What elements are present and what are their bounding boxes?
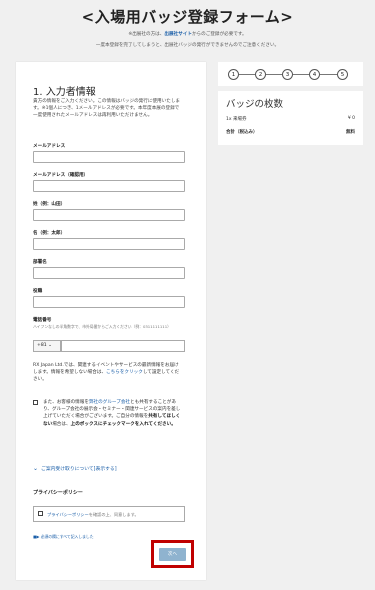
email-confirm-label: メールアドレス（確認用） bbox=[33, 173, 89, 178]
notice-suffix: からのご登録が必要です。 bbox=[191, 32, 247, 37]
badge-count-panel: バッジの枚数 1x 来場券 ¥ 0 合計（税込み） 無料 bbox=[218, 91, 363, 145]
section-title: 1. 入力者情報 bbox=[33, 87, 96, 98]
consent-text: また、お客様の情報を弊社のグループ会社とも共有することがあり、グループ会社の展示… bbox=[43, 399, 183, 428]
step-connector bbox=[266, 74, 282, 75]
email-confirm-input[interactable] bbox=[33, 180, 185, 192]
step-3: 3 bbox=[282, 69, 293, 80]
privacy-policy-link[interactable]: プライバシーポリシー bbox=[47, 512, 89, 517]
step-5: 5 bbox=[337, 69, 348, 80]
section-intro: 貴方の情報をご入力ください。この情報はバッジの発行に使用いたします。※1個人につ… bbox=[33, 99, 181, 118]
badge-total-label: 合計（税込み） bbox=[226, 130, 258, 135]
badge-total-value: 無料 bbox=[346, 130, 355, 135]
badge-count-title: バッジの枚数 bbox=[226, 99, 284, 110]
guidance-toggle-label: ご案内受け取りについて[表示する] bbox=[41, 467, 117, 472]
department-label: 部署名 bbox=[33, 260, 47, 265]
position-label: 役職 bbox=[33, 289, 43, 294]
phone-input[interactable] bbox=[61, 340, 185, 352]
group-company-link[interactable]: 弊社のグループ会社 bbox=[89, 400, 130, 405]
next-button[interactable]: 次へ bbox=[159, 548, 186, 561]
guidance-toggle[interactable]: ⌄ ご案内受け取りについて[表示する] bbox=[33, 465, 117, 472]
opt-out-link[interactable]: こちらをクリック bbox=[106, 370, 143, 375]
first-name-label: 名（例：太郎） bbox=[33, 231, 66, 236]
consent-bold-2: 上のボックスにチェックマークを入れてください。 bbox=[70, 421, 176, 427]
privacy-heading: プライバシーポリシー bbox=[33, 490, 83, 496]
phone-label: 電話番号 bbox=[33, 318, 52, 323]
privacy-agree-suffix: を確認の上、同意します。 bbox=[88, 512, 139, 517]
required-note: ■▶ 必須の欄にすべて記入しました bbox=[33, 534, 94, 539]
step-connector bbox=[239, 74, 255, 75]
chevron-down-icon: ⌄ bbox=[33, 465, 39, 472]
privacy-agree-checkbox[interactable] bbox=[38, 511, 43, 516]
first-name-input[interactable] bbox=[33, 238, 185, 250]
phone-hint: ハイフンなしの半角数字で、市外局番からご入力ください（例：0311111111） bbox=[33, 324, 171, 329]
badge-row-label: 1x 来場券 bbox=[226, 117, 247, 122]
share-optout-checkbox[interactable] bbox=[33, 400, 38, 405]
last-name-label: 姓（例：山田） bbox=[33, 202, 66, 207]
progress-steps: 1 2 3 4 5 bbox=[218, 62, 363, 86]
email-label: メールアドレス bbox=[33, 144, 66, 149]
position-input[interactable] bbox=[33, 296, 185, 308]
consent-middle-2: 場合は、 bbox=[52, 421, 71, 427]
privacy-agree-text: プライバシーポリシーを確認の上、同意します。 bbox=[47, 512, 139, 518]
badge-row-value: ¥ 0 bbox=[347, 116, 355, 121]
step-connector bbox=[293, 74, 309, 75]
exhibitor-site-link[interactable]: 出展社サイト bbox=[164, 32, 192, 37]
rx-notice: RX Japan Ltd.では、関連するイベントやサービスの最新情報をお届けしま… bbox=[33, 362, 183, 383]
email-input[interactable] bbox=[33, 151, 185, 163]
next-button-highlight: 次へ bbox=[151, 540, 194, 568]
consent-prefix: また、お客様の情報を bbox=[43, 400, 89, 405]
country-code-select[interactable]: +81 ⌄ bbox=[33, 340, 61, 352]
last-name-input[interactable] bbox=[33, 209, 185, 221]
badge-total-row: 合計（税込み） 無料 bbox=[226, 129, 355, 135]
step-connector bbox=[320, 74, 337, 75]
department-input[interactable] bbox=[33, 267, 185, 279]
step-1: 1 bbox=[228, 69, 239, 80]
badge-row: 1x 来場券 ¥ 0 bbox=[226, 116, 355, 122]
registration-warning: 一度本登録を完了してしまうと、出展社バッジの発行ができませんのでご注意ください。 bbox=[95, 43, 280, 48]
page-title: <入場用バッジ登録フォーム> bbox=[81, 8, 294, 26]
notice-prefix: ※出展社の方は、 bbox=[128, 32, 165, 37]
exhibitor-notice: ※出展社の方は、出展社サイトからのご登録が必要です。 bbox=[0, 31, 375, 37]
step-2: 2 bbox=[255, 69, 266, 80]
step-4: 4 bbox=[309, 69, 320, 80]
